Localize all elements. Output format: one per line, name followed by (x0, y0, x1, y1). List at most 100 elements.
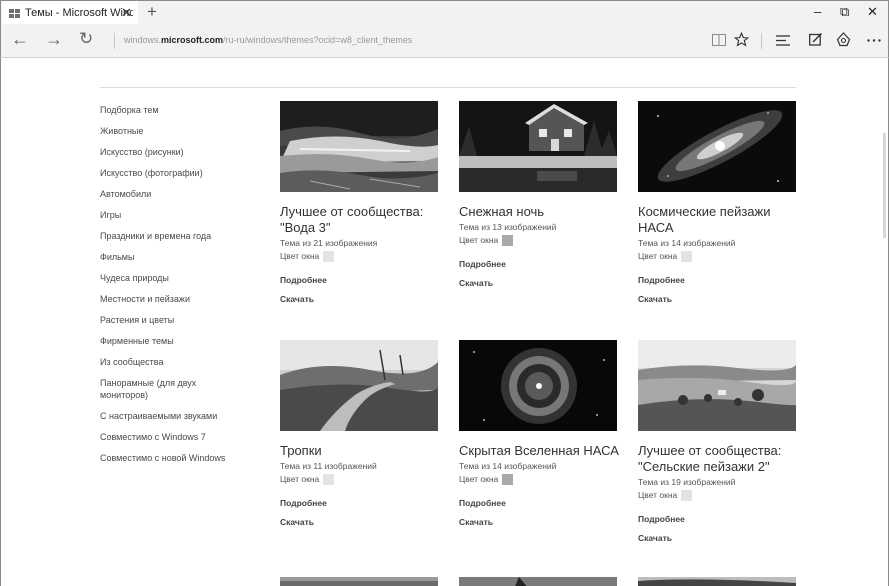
download-link[interactable]: Скачать (280, 516, 440, 528)
navigation-bar: ← → ↻ windows.microsoft.com/ru-ru/window… (0, 24, 889, 58)
theme-thumbnail[interactable] (280, 101, 438, 192)
sidebar-item-places-landscapes[interactable]: Местности и пейзажи (100, 293, 235, 305)
details-link[interactable]: Подробнее (459, 497, 619, 509)
theme-thumbnail[interactable] (280, 340, 438, 431)
window-color-row: Цвет окна (638, 488, 798, 502)
maximize-button[interactable]: ⧉ (840, 4, 849, 20)
theme-card: Снежная ночь Тема из 13 изображений Цвет… (459, 101, 619, 289)
theme-title[interactable]: Снежная ночь (459, 204, 619, 220)
theme-title[interactable]: Лучшее от сообщества: "Вода 3" (280, 204, 440, 236)
window-color-row: Цвет окна (280, 249, 440, 263)
sidebar-item-art-illustrative[interactable]: Искусство (рисунки) (100, 146, 235, 158)
details-link[interactable]: Подробнее (280, 497, 440, 509)
refresh-icon[interactable]: ↻ (79, 29, 93, 49)
theme-card: Космические пейзажи НАСА Тема из 14 изоб… (638, 101, 798, 305)
window-color-label: Цвет окна (638, 251, 678, 261)
windows-favicon-icon (9, 8, 20, 18)
download-link[interactable]: Скачать (459, 277, 619, 289)
window-color-row: Цвет окна (459, 233, 619, 247)
window-color-label: Цвет окна (280, 251, 320, 261)
theme-thumbnail[interactable] (459, 101, 617, 192)
theme-thumbnail[interactable] (638, 101, 796, 192)
toolbar-separator (761, 33, 762, 49)
theme-card: Лучшее от сообщества: "Сельские пейзажи … (638, 340, 798, 544)
theme-thumbnail-partial[interactable] (280, 577, 438, 586)
sidebar-item-games[interactable]: Игры (100, 209, 235, 221)
details-link[interactable]: Подробнее (280, 274, 440, 286)
sidebar-item-plants-flowers[interactable]: Растения и цветы (100, 314, 235, 326)
sidebar-item-animals[interactable]: Животные (100, 125, 235, 137)
sidebar-item-automotive[interactable]: Автомобили (100, 188, 235, 200)
theme-title[interactable]: Космические пейзажи НАСА (638, 204, 798, 236)
sidebar-item-art-photographic[interactable]: Искусство (фотографии) (100, 167, 235, 179)
sidebar-item-movies[interactable]: Фильмы (100, 251, 235, 263)
sidebar-item-holidays-seasons[interactable]: Праздники и времена года (100, 230, 235, 242)
sidebar-item-windows-7[interactable]: Совместимо с Windows 7 (100, 431, 235, 443)
scrollbar-thumb[interactable] (883, 133, 886, 238)
url-prefix: windows. (124, 35, 162, 45)
sidebar-item-branded[interactable]: Фирменные темы (100, 335, 235, 347)
sidebar-item-natural-wonders[interactable]: Чудеса природы (100, 272, 235, 284)
window-color-row: Цвет окна (459, 472, 619, 486)
window-color-swatch (323, 473, 335, 485)
category-sidebar: Подборка тем Животные Искусство (рисунки… (100, 104, 235, 473)
title-bar: Темы - Microsoft Windc ✕ + – ⧉ ✕ (0, 0, 889, 25)
sidebar-item-custom-sounds[interactable]: С настраиваемыми звуками (100, 410, 235, 422)
sidebar-item-community[interactable]: Из сообщества (100, 356, 235, 368)
download-link[interactable]: Скачать (638, 532, 798, 544)
new-tab-button[interactable]: + (147, 2, 157, 22)
download-link[interactable]: Скачать (638, 293, 798, 305)
theme-card: Тропки Тема из 11 изображений Цвет окна … (280, 340, 440, 528)
share-icon[interactable] (836, 32, 851, 47)
theme-image-count: Тема из 13 изображений (459, 222, 557, 232)
address-bar[interactable]: windows.microsoft.com/ru-ru/windows/them… (124, 35, 412, 45)
theme-image-count: Тема из 11 изображений (280, 461, 377, 471)
theme-thumbnail[interactable] (638, 340, 796, 431)
theme-title[interactable]: Тропки (280, 443, 440, 459)
theme-card: Лучшее от сообщества: "Вода 3" Тема из 2… (280, 101, 440, 305)
forward-arrow-icon[interactable]: → (45, 29, 63, 50)
theme-image-count: Тема из 14 изображений (638, 238, 736, 248)
tab-close-icon[interactable]: ✕ (121, 5, 132, 21)
sidebar-item-panoramic[interactable]: Панорамные (для двух мониторов) (100, 377, 235, 401)
tab-title: Темы - Microsoft Windc (25, 7, 133, 19)
url-domain: microsoft.com (161, 35, 224, 45)
window-color-label: Цвет окна (280, 474, 320, 484)
theme-card: Скрытая Вселенная НАСА Тема из 14 изобра… (459, 340, 619, 528)
theme-title[interactable]: Лучшее от сообщества: "Сельские пейзажи … (638, 443, 798, 475)
browser-tab[interactable]: Темы - Microsoft Windc ✕ (2, 1, 138, 25)
address-separator (114, 33, 115, 49)
sidebar-item-featured[interactable]: Подборка тем (100, 104, 235, 116)
details-link[interactable]: Подробнее (638, 274, 798, 286)
minimize-button[interactable]: – (814, 4, 821, 19)
window-color-swatch (502, 473, 514, 485)
theme-title[interactable]: Скрытая Вселенная НАСА (459, 443, 619, 459)
more-icon[interactable] (867, 39, 881, 42)
hub-icon[interactable] (776, 35, 790, 46)
details-link[interactable]: Подробнее (638, 513, 798, 525)
reading-view-icon[interactable] (712, 34, 726, 46)
theme-image-count: Тема из 14 изображений (459, 461, 557, 471)
url-path: /ru-ru/windows/themes?ocid=w8_client_the… (223, 35, 413, 45)
details-link[interactable]: Подробнее (459, 258, 619, 270)
download-link[interactable]: Скачать (459, 516, 619, 528)
window-color-swatch (502, 234, 514, 246)
back-arrow-icon[interactable]: ← (11, 29, 29, 50)
theme-thumbnail-partial[interactable] (638, 577, 796, 586)
window-color-swatch (681, 250, 693, 262)
theme-image-count: Тема из 19 изображений (638, 477, 736, 487)
download-link[interactable]: Скачать (280, 293, 440, 305)
window-color-label: Цвет окна (459, 235, 499, 245)
favorite-star-icon[interactable] (734, 32, 749, 47)
window-color-row: Цвет окна (638, 249, 798, 263)
theme-thumbnail[interactable] (459, 340, 617, 431)
window-color-label: Цвет окна (638, 490, 678, 500)
window-color-row: Цвет окна (280, 472, 440, 486)
page-content: Подборка тем Животные Искусство (рисунки… (0, 58, 889, 586)
sidebar-item-new-windows[interactable]: Совместимо с новой Windows (100, 452, 235, 464)
top-divider (100, 87, 796, 88)
theme-image-count: Тема из 21 изображения (280, 238, 378, 248)
web-note-icon[interactable] (809, 33, 822, 46)
close-window-button[interactable]: ✕ (867, 4, 878, 20)
theme-thumbnail-partial[interactable] (459, 577, 617, 586)
